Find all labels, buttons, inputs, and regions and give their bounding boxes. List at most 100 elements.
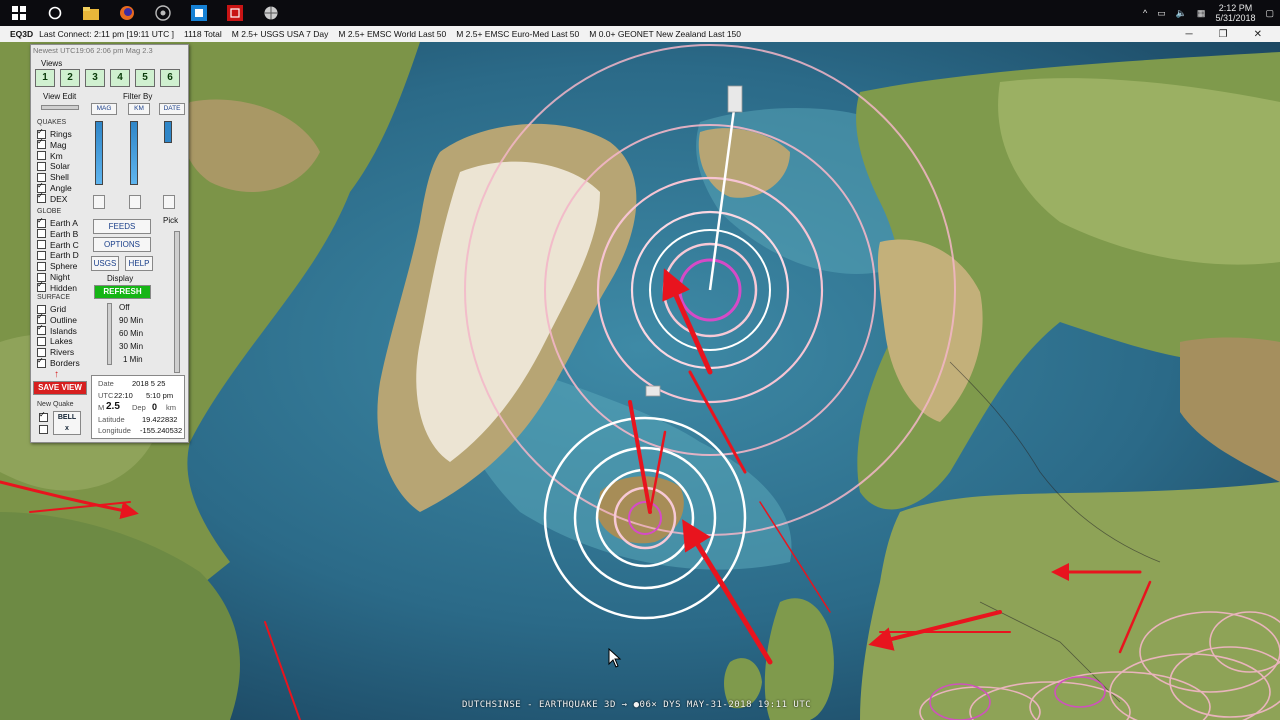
globe-checkbox[interactable] [37,240,46,250]
globe-checkbox[interactable] [37,261,46,271]
mag-stepper[interactable] [93,195,105,209]
quakes-label: Mag [50,139,67,150]
globe-earth-c-toggle[interactable]: Earth C [37,240,79,250]
globe-checkbox[interactable] [37,216,46,228]
view-button-1[interactable]: 1 [35,69,55,87]
pick-slider[interactable] [174,231,180,373]
file-explorer-icon[interactable] [80,2,102,24]
feed-usgs-usa[interactable]: M 2.5+ USGS USA 7 Day [232,29,329,39]
km-stepper[interactable] [129,195,141,209]
refresh-button[interactable]: REFRESH [94,285,151,299]
time-option-off[interactable]: Off [119,303,130,312]
bell-mute-checkbox[interactable] [39,425,48,434]
tray-chevron-icon[interactable]: ^ [1143,8,1147,18]
view-button-5[interactable]: 5 [135,69,155,87]
globe-checkbox[interactable] [37,250,46,260]
surface-lakes-toggle[interactable]: Lakes [37,336,73,346]
total-count: 1118 Total [183,29,222,39]
quakes-checkbox[interactable] [37,161,46,171]
globe-icon[interactable] [260,2,282,24]
time-option-30[interactable]: 30 Min [119,342,143,351]
quakes-checkbox[interactable] [37,137,46,150]
time-option-90[interactable]: 90 Min [119,316,143,325]
feed-geonet-nz[interactable]: M 0.0+ GEONET New Zealand Last 150 [589,29,741,39]
surface-checkbox[interactable] [37,323,46,336]
date-filter-bar[interactable] [164,121,172,143]
view-button-6[interactable]: 6 [160,69,180,87]
app-blue-icon[interactable] [188,2,210,24]
view-button-2[interactable]: 2 [60,69,80,87]
info-lon-label: Longitude [98,426,131,435]
globe-checkbox[interactable] [37,280,46,293]
surface-islands-toggle[interactable]: Islands [37,323,77,336]
filter-mag-button[interactable]: MAG [91,103,117,115]
notifications-icon[interactable]: ▢ [1265,8,1274,19]
view-button-4[interactable]: 4 [110,69,130,87]
globe-earth-d-toggle[interactable]: Earth D [37,250,79,260]
time-option-60[interactable]: 60 Min [119,329,143,338]
globe-label: Hidden [50,282,77,293]
help-button[interactable]: HELP [125,256,153,271]
earthquake-map[interactable] [0,42,1280,720]
display-slider[interactable] [107,303,112,365]
quake-info-box: Date 2018 5 25 UTC 22:10 5:10 pm M 2.5 D… [91,375,185,439]
quakes-solar-toggle[interactable]: Solar [37,161,70,171]
globe-hidden-toggle[interactable]: Hidden [37,280,77,293]
last-connect: Last Connect: 2:11 pm [19:11 UTC ] [39,29,174,39]
quakes-label: Angle [50,183,72,193]
quakes-checkbox[interactable] [37,191,46,204]
info-date-label: Date [98,379,114,388]
feeds-button[interactable]: FEEDS [93,219,151,234]
feed-emsc-euromed[interactable]: M 2.5+ EMSC Euro-Med Last 50 [456,29,579,39]
surface-checkbox[interactable] [37,336,46,346]
surface-borders-toggle[interactable]: Borders [37,356,80,368]
maximize-button[interactable]: ❐ [1219,29,1228,40]
view-edit-label: View Edit [43,92,77,101]
bell-button[interactable]: BELL x [53,411,81,435]
quakes-dex-toggle[interactable]: DEX [37,191,67,204]
close-button[interactable]: ✕ [1254,29,1262,40]
windows-start-icon[interactable] [8,2,30,24]
info-lon-value: -155.240532 [140,426,183,435]
view-edit-slider[interactable] [41,105,79,110]
map-canvas[interactable] [0,42,1280,720]
info-dep-label: Dep [132,403,146,412]
globe-checkbox[interactable] [37,229,46,239]
firefox-icon[interactable] [116,2,138,24]
pick-label: Pick [163,216,179,225]
minimize-button[interactable]: ─ [1186,29,1193,40]
view-button-3[interactable]: 3 [85,69,105,87]
usgs-button[interactable]: USGS [91,256,119,271]
network-icon[interactable]: ▭ [1157,8,1166,19]
km-filter-bar[interactable] [130,121,138,185]
quakes-mag-toggle[interactable]: Mag [37,137,67,150]
globe-sphere-toggle[interactable]: Sphere [37,261,77,271]
time-option-1[interactable]: 1 Min [123,355,143,364]
chrome-icon[interactable] [152,2,174,24]
date-stepper[interactable] [163,195,175,209]
info-dep-value: 0 [152,402,158,412]
surface-checkbox[interactable] [37,356,46,368]
options-button[interactable]: OPTIONS [93,237,151,252]
globe-label: Earth A [50,218,78,228]
taskbar-clock[interactable]: 2:12 PM 5/31/2018 [1215,3,1255,23]
globe-earth-b-toggle[interactable]: Earth B [37,229,78,239]
quakes-km-toggle[interactable]: Km [37,151,63,161]
quakes-label: Shell [50,172,69,183]
eq3d-menubar: EQ3D Last Connect: 2:11 pm [19:11 UTC ] … [0,26,1280,43]
globe-earth-a-toggle[interactable]: Earth A [37,216,78,228]
globe-label: Earth D [50,250,79,261]
new-quake-checkbox[interactable] [39,410,48,422]
filter-km-button[interactable]: KM [128,103,150,115]
cortana-search-icon[interactable] [44,2,66,24]
globe-label: Earth C [50,239,79,250]
filter-date-button[interactable]: DATE [159,103,185,115]
keyboard-icon[interactable]: ▦ [1197,8,1206,19]
quakes-checkbox[interactable] [37,151,46,161]
feed-emsc-world[interactable]: M 2.5+ EMSC World Last 50 [338,29,446,39]
volume-icon[interactable]: 🔈 [1176,8,1187,19]
filter-by-label: Filter By [123,92,153,101]
mag-filter-bar[interactable] [95,121,103,185]
eq3d-red-icon[interactable] [224,2,246,24]
save-view-button[interactable]: SAVE VIEW [33,381,87,395]
